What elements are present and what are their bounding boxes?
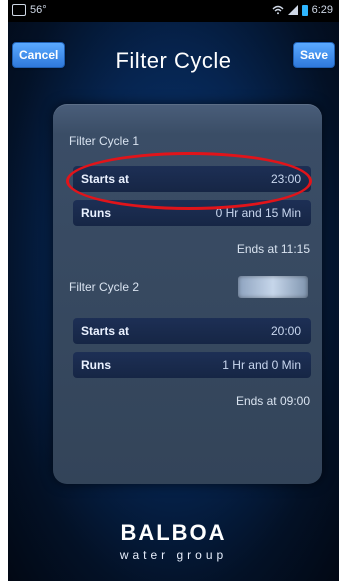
battery-icon	[301, 4, 308, 16]
filter-cycle-2-toggle[interactable]	[238, 276, 308, 298]
filter-cycle-2-title: Filter Cycle 2	[69, 280, 140, 294]
filter-cycle-2-ends-at: Ends at 09:00	[235, 394, 310, 408]
filter-cycle-1-title: Filter Cycle 1	[69, 134, 140, 148]
starts-at-label: Starts at	[81, 324, 130, 338]
runs-label: Runs	[81, 358, 111, 372]
starts-at-value: 20:00	[270, 324, 301, 338]
gallery-icon	[12, 4, 26, 16]
runs-label: Runs	[81, 206, 111, 220]
top-bar: Cancel Filter Cycle Save	[8, 22, 339, 80]
brand-logo: BALBOA water group	[8, 520, 339, 562]
status-time: 6:29	[311, 4, 333, 16]
brand-line-2: water group	[119, 548, 228, 562]
runs-value: 1 Hr and 0 Min	[222, 358, 301, 372]
status-temperature: 56°	[30, 4, 47, 16]
filter-cycle-2-runs-row[interactable]: Runs 1 Hr and 0 Min	[73, 352, 311, 378]
filter-cycle-1-ends-at: Ends at 11:15	[236, 242, 310, 256]
app-screen: 56° 6:29 Cancel Filter Cycle Save Filter…	[8, 0, 339, 581]
status-bar: 56° 6:29	[8, 0, 339, 22]
filter-cycle-2-starts-at-row[interactable]: Starts at 20:00	[73, 318, 311, 344]
signal-icon	[287, 5, 298, 15]
highlight-circle	[66, 152, 312, 210]
save-button[interactable]: Save	[292, 42, 335, 68]
brand-line-1: BALBOA	[120, 520, 227, 545]
page-title: Filter Cycle	[115, 48, 232, 73]
wifi-icon	[272, 5, 284, 15]
